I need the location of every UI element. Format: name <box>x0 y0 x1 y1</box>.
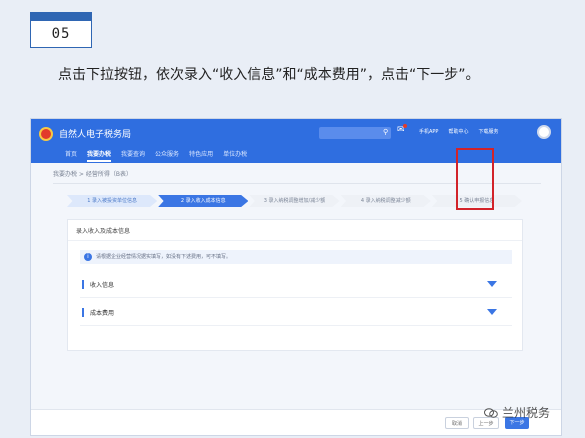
section-income[interactable]: 收入信息 <box>80 272 512 298</box>
step-3: 3 录入纳税调整增加/减少额 <box>249 195 340 207</box>
breadcrumb: 我要办税 > 经营所得（B表） <box>53 171 132 178</box>
section-income-label: 收入信息 <box>90 282 115 289</box>
progress-stepper: 1 录入被投资单位信息 2 录入收入成本信息 3 录入纳税调整增加/减少额 4 … <box>67 195 523 207</box>
nav-item-home[interactable]: 首页 <box>65 149 77 162</box>
avatar[interactable] <box>537 125 551 139</box>
nav-item-special-apps[interactable]: 特色应用 <box>189 149 213 162</box>
notice-text: 请根据企业经营情况据实填写，如没有下述费用，可不填写。 <box>96 254 232 260</box>
panel-title: 录入收入及成本信息 <box>76 228 131 235</box>
action-footer: 取消 上一步 下一步 <box>31 409 561 435</box>
link-mobile-app[interactable]: 手机APP <box>419 128 438 135</box>
top-links: 手机APP 帮助中心 下载服务 <box>419 128 498 135</box>
search-icon[interactable]: ⚲ <box>383 128 388 136</box>
step-2-current: 2 录入收入成本信息 <box>158 195 249 207</box>
income-cost-panel: 录入收入及成本信息 i 请根据企业经营情况据实填写，如没有下述费用，可不填写。 … <box>67 219 523 351</box>
app-title: 自然人电子税务局 <box>59 130 132 140</box>
notification-dot <box>403 124 407 128</box>
info-icon: i <box>84 253 92 261</box>
section-marker <box>82 308 84 317</box>
watermark-text: 兰州税务 <box>502 406 551 420</box>
wechat-icon <box>484 407 498 418</box>
cost-dropdown-button[interactable] <box>486 307 498 317</box>
nav-item-public-service[interactable]: 公众服务 <box>155 149 179 162</box>
step-number-badge: 05 <box>30 12 92 48</box>
chevron-down-icon <box>487 281 497 287</box>
income-dropdown-button[interactable] <box>486 279 498 289</box>
cancel-button[interactable]: 取消 <box>445 417 469 429</box>
step-1: 1 录入被投资单位信息 <box>67 195 158 207</box>
tax-bureau-logo-icon <box>39 127 53 141</box>
search-input[interactable] <box>319 127 391 139</box>
notice-banner: i 请根据企业经营情况据实填写，如没有下述费用，可不填写。 <box>80 250 512 264</box>
instruction-text: 点击下拉按钮，依次录入“收入信息”和“成本费用”，点击“下一步”。 <box>58 67 480 83</box>
nav-item-query[interactable]: 我要查询 <box>121 149 145 162</box>
section-marker <box>82 280 84 289</box>
step-number: 05 <box>51 26 71 42</box>
link-help-center[interactable]: 帮助中心 <box>448 128 468 135</box>
badge-top-bar <box>31 13 91 21</box>
nav-item-tax-handling[interactable]: 我要办税 <box>87 149 112 162</box>
watermark: 兰州税务 <box>484 404 550 421</box>
section-cost-label: 成本费用 <box>90 310 115 317</box>
main-nav: 首页 我要办税 我要查询 公众服务 特色应用 单位办税 <box>65 149 247 162</box>
panel-divider <box>68 240 522 241</box>
section-cost[interactable]: 成本费用 <box>80 300 512 326</box>
dropdown-highlight-box <box>456 148 494 210</box>
link-download[interactable]: 下载服务 <box>478 128 498 135</box>
step-4: 4 录入纳税调整减少额 <box>340 195 431 207</box>
chevron-down-icon <box>487 309 497 315</box>
nav-item-unit-tax[interactable]: 单位办税 <box>223 149 247 162</box>
